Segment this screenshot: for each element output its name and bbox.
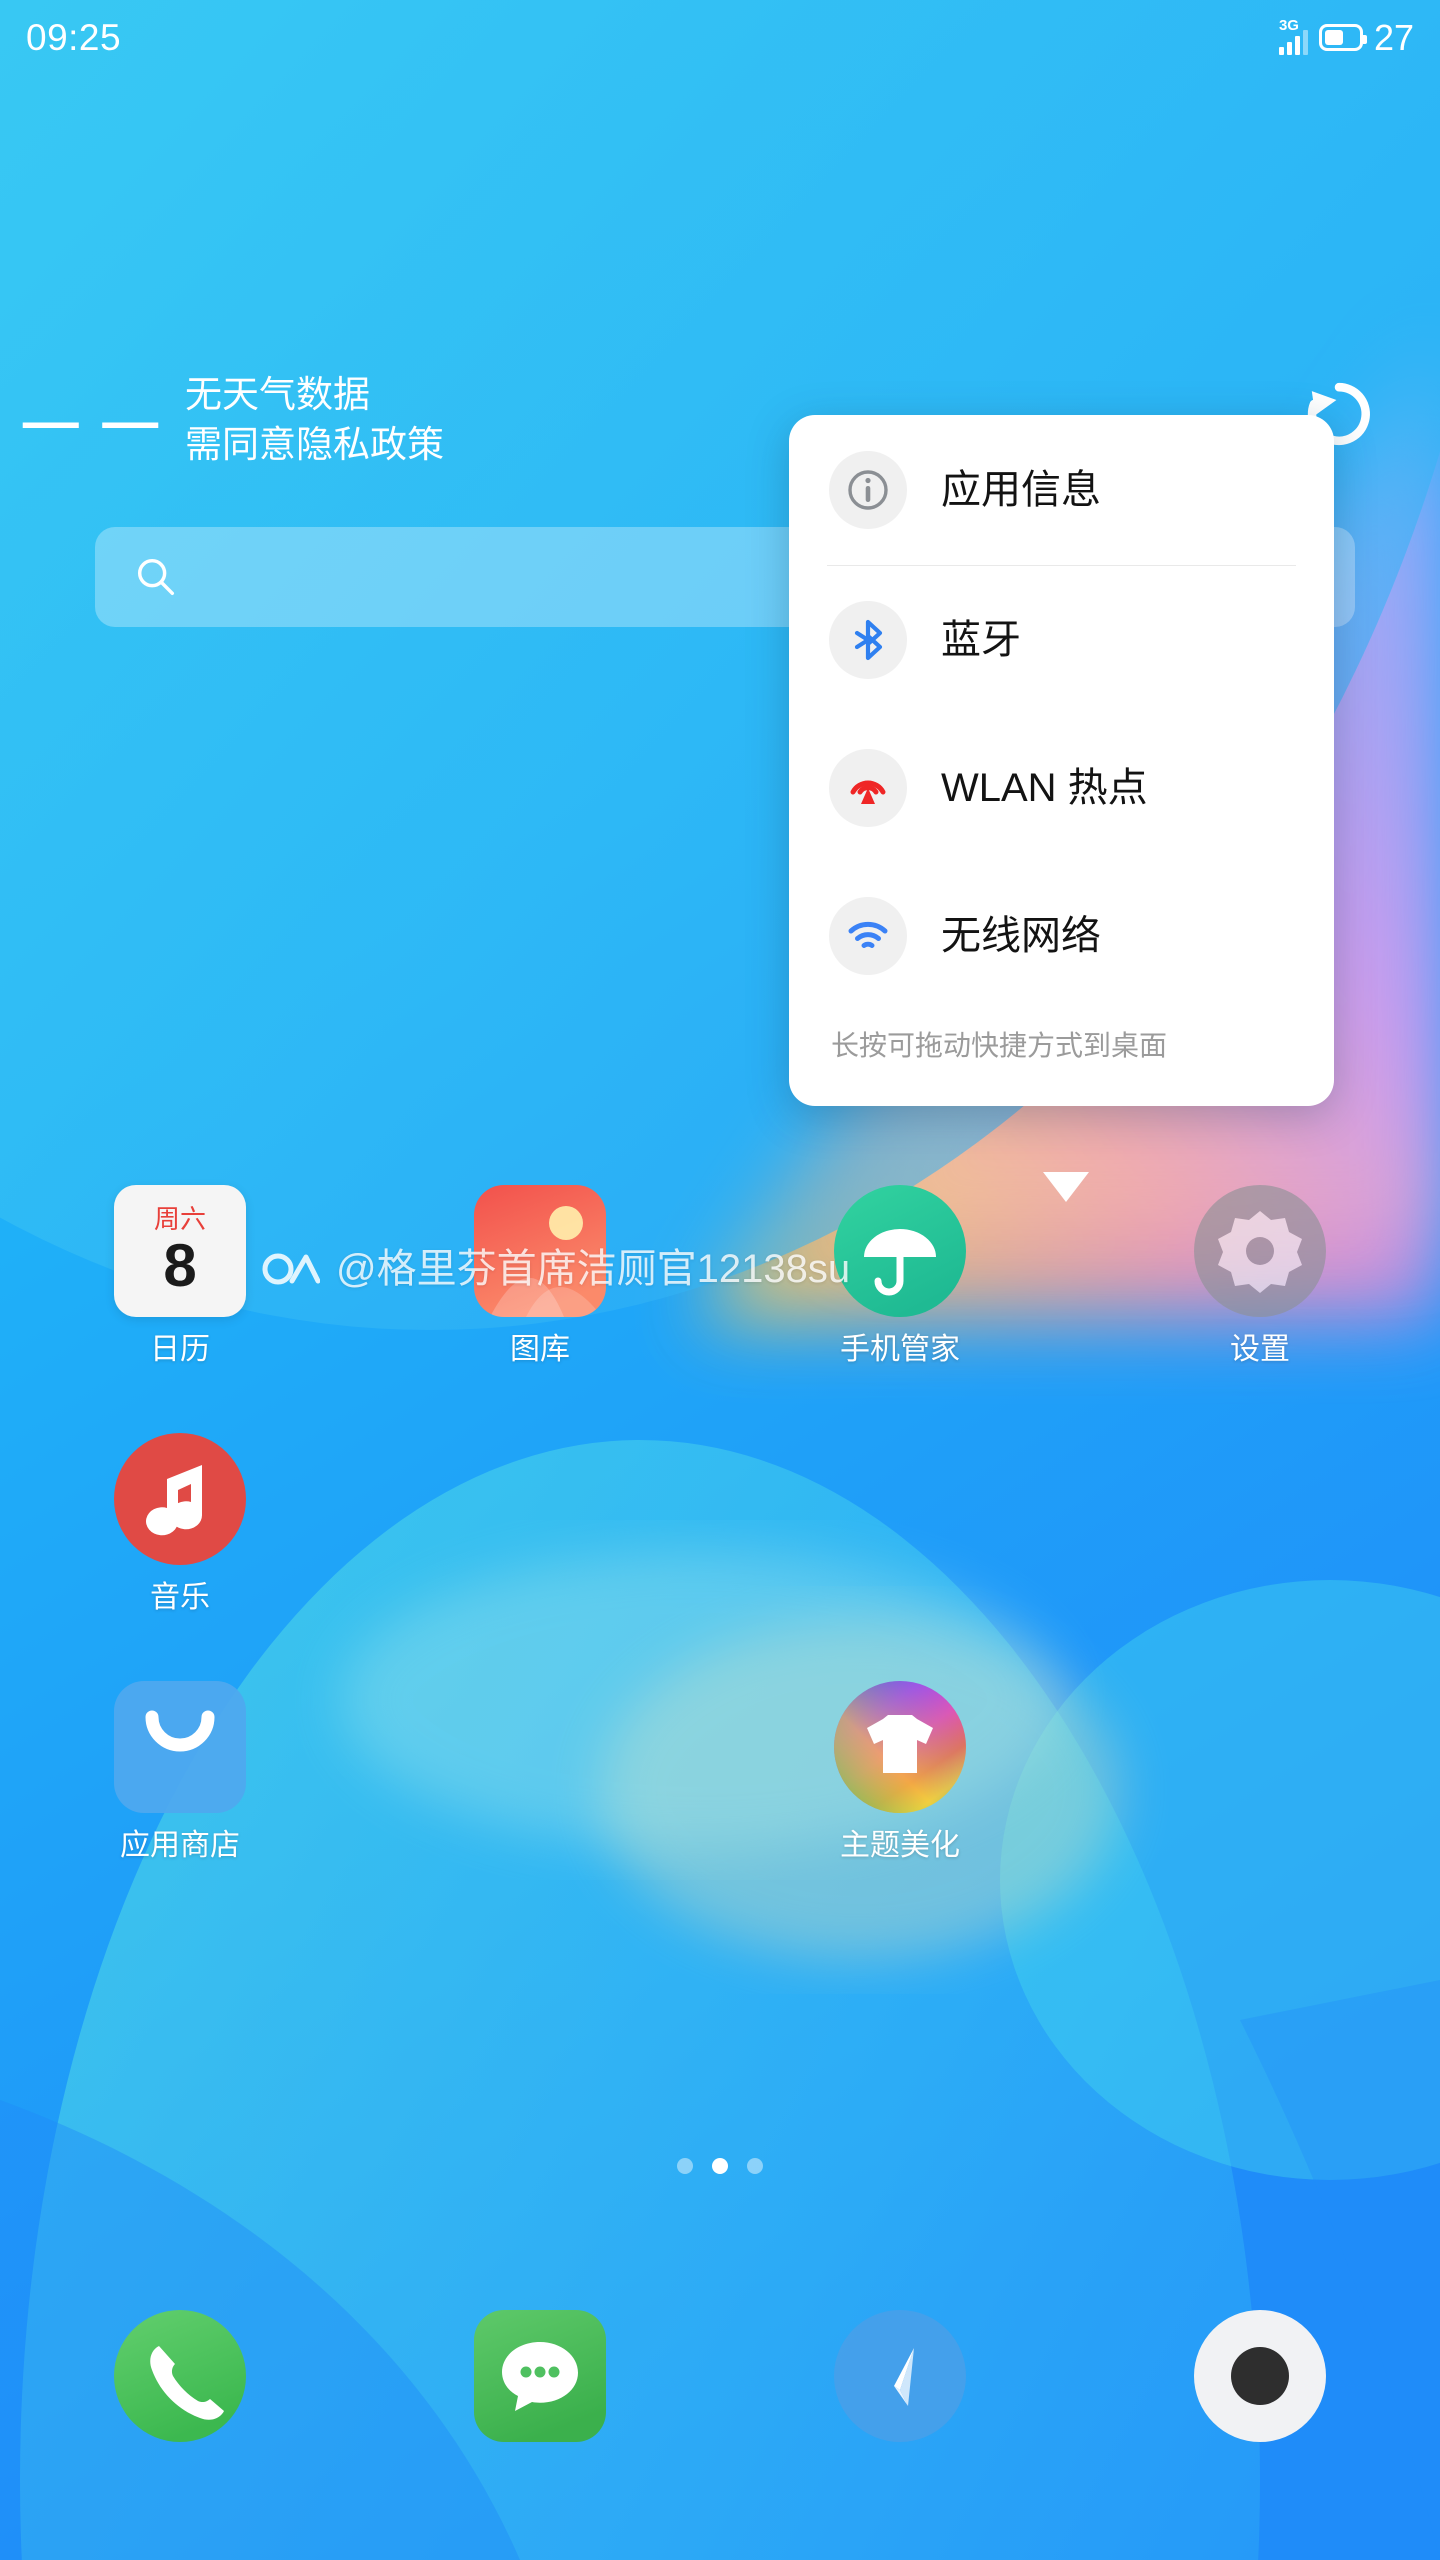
app-label: 应用商店 xyxy=(120,1829,240,1862)
menu-item-label: 蓝牙 xyxy=(941,618,1021,662)
bluetooth-icon xyxy=(829,601,907,679)
network-type-label: 3G xyxy=(1278,16,1299,34)
dock-item-camera[interactable] xyxy=(1080,2310,1440,2442)
app-shortcut-popup[interactable]: 应用信息 蓝牙 WLAN 热点 无线网络 长按可拖动快捷方式到桌面 xyxy=(789,415,1334,1106)
app-settings[interactable]: 设置 xyxy=(1080,1185,1440,1365)
theme-tshirt-icon xyxy=(834,1681,966,1813)
menu-item-app-info[interactable]: 应用信息 xyxy=(789,415,1334,565)
settings-gear-icon xyxy=(1194,1185,1326,1317)
page-dot[interactable] xyxy=(747,2158,763,2174)
app-row: 应用商店 主题美化 xyxy=(0,1681,1440,1861)
page-dot[interactable] xyxy=(677,2158,693,2174)
app-label: 音乐 xyxy=(150,1581,210,1614)
app-slot-empty xyxy=(720,1433,1080,1613)
browser-compass-icon xyxy=(834,2310,966,2442)
app-grid: 周六 8 日历 图库 手机管家 设置 音乐 应用商店 主题美化 xyxy=(0,1185,1440,1861)
weather-text-group: 无天气数据 需同意隐私政策 xyxy=(185,373,444,466)
calendar-icon: 周六 8 xyxy=(114,1185,246,1317)
menu-item-wlan-hotspot[interactable]: WLAN 热点 xyxy=(789,714,1334,862)
battery-icon xyxy=(1318,24,1367,51)
weather-temperature: — — xyxy=(22,388,163,452)
app-phone-manager[interactable]: 手机管家 xyxy=(720,1185,1080,1365)
signal-bars-icon: 3G xyxy=(1278,16,1308,55)
battery-percent: 27 xyxy=(1373,16,1414,58)
dock-item-browser[interactable] xyxy=(720,2310,1080,2442)
phone-manager-icon xyxy=(834,1185,966,1317)
gallery-icon xyxy=(474,1185,606,1317)
app-slot-empty xyxy=(360,1433,720,1613)
app-label: 设置 xyxy=(1230,1333,1290,1366)
calendar-weekday: 周六 xyxy=(153,1204,206,1234)
app-row: 周六 8 日历 图库 手机管家 设置 xyxy=(0,1185,1440,1365)
app-label: 主题美化 xyxy=(840,1829,960,1862)
dock xyxy=(0,2310,1440,2442)
app-app-store[interactable]: 应用商店 xyxy=(0,1681,360,1861)
page-dot-active[interactable] xyxy=(712,2158,728,2174)
app-row: 音乐 xyxy=(0,1433,1440,1613)
messages-icon xyxy=(474,2310,606,2442)
app-music[interactable]: 音乐 xyxy=(0,1433,360,1613)
app-calendar[interactable]: 周六 8 日历 xyxy=(0,1185,360,1365)
calendar-day: 8 xyxy=(163,1232,197,1299)
menu-item-label: 应用信息 xyxy=(941,468,1101,512)
menu-item-wifi[interactable]: 无线网络 xyxy=(789,862,1334,1010)
popup-arrow-icon xyxy=(1043,1172,1089,1202)
weather-line2: 需同意隐私政策 xyxy=(185,424,444,465)
music-note-icon xyxy=(114,1433,246,1565)
menu-item-label: WLAN 热点 xyxy=(941,766,1148,810)
app-gallery[interactable]: 图库 xyxy=(360,1185,720,1365)
app-label: 手机管家 xyxy=(840,1333,960,1366)
app-slot-empty xyxy=(1080,1681,1440,1861)
app-slot-empty xyxy=(360,1681,720,1861)
wifi-icon xyxy=(829,897,907,975)
app-store-bag-icon xyxy=(114,1681,246,1813)
app-slot-empty xyxy=(1080,1433,1440,1613)
info-icon xyxy=(829,451,907,529)
dock-item-messages[interactable] xyxy=(360,2310,720,2442)
menu-item-bluetooth[interactable]: 蓝牙 xyxy=(789,566,1334,714)
phone-icon xyxy=(114,2310,246,2442)
status-right-group: 3G 27 xyxy=(1278,16,1414,58)
menu-item-label: 无线网络 xyxy=(941,914,1101,958)
dock-item-phone[interactable] xyxy=(0,2310,360,2442)
app-label: 图库 xyxy=(510,1333,570,1366)
camera-icon xyxy=(1194,2310,1326,2442)
app-theme[interactable]: 主题美化 xyxy=(720,1681,1080,1861)
page-indicator[interactable] xyxy=(0,2158,1440,2174)
popup-hint: 长按可拖动快捷方式到桌面 xyxy=(831,1030,1168,1061)
app-label: 日历 xyxy=(150,1333,210,1366)
weather-line1: 无天气数据 xyxy=(185,374,370,416)
status-bar: 09:25 3G 27 xyxy=(0,0,1440,75)
search-icon xyxy=(137,558,175,596)
hotspot-icon xyxy=(829,749,907,827)
status-time: 09:25 xyxy=(26,17,122,58)
